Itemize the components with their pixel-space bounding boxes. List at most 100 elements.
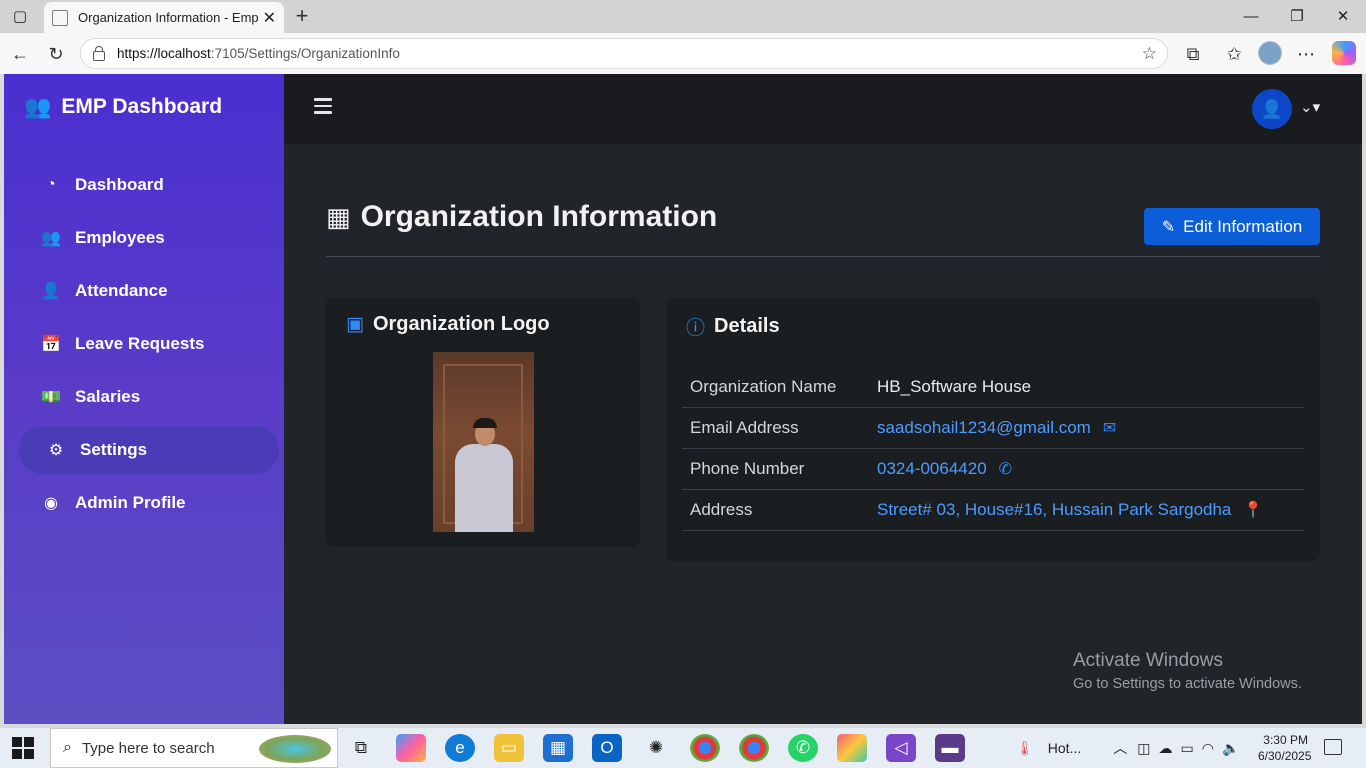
envelope-icon: ✉ — [1102, 420, 1117, 437]
user-circle-icon: ◉ — [44, 495, 58, 512]
browser-address-bar: ← ↻ https://localhost:7105/Settings/Orga… — [0, 33, 1366, 74]
close-tab-icon[interactable]: ✕ — [263, 8, 276, 28]
phone-link[interactable]: 0324-0064420 ✆ — [877, 459, 1012, 479]
chevron-down-icon[interactable]: ⌄▾ — [1300, 98, 1320, 116]
browser-profile-avatar[interactable] — [1258, 41, 1282, 65]
chevron-up-icon[interactable]: ︿ — [1113, 738, 1127, 758]
menu-toggle-icon[interactable] — [314, 98, 332, 114]
search-highlight-image — [259, 735, 331, 763]
phone-icon: ✆ — [998, 461, 1013, 478]
sidebar-item-salaries[interactable]: 💵 Salaries — [19, 373, 279, 421]
gauge-icon: ◔ — [46, 176, 56, 193]
file-explorer-icon[interactable]: ▭ — [494, 734, 524, 762]
sidebar-item-employees[interactable]: 👥 Employees — [19, 214, 279, 262]
chrome-profile-icon[interactable] — [739, 734, 769, 762]
onedrive-icon[interactable]: ☁ — [1158, 740, 1172, 757]
brand-title: EMP Dashboard — [61, 95, 223, 118]
windows-taskbar: ⌕ Type here to search ⧉ e ▭ ▦ O ✺ ✆ ◁ ▬ … — [0, 728, 1366, 768]
meet-icon[interactable]: ◫ — [1137, 740, 1150, 757]
taskbar-search-input[interactable]: ⌕ Type here to search — [50, 728, 338, 768]
copilot-taskbar-icon[interactable] — [396, 734, 426, 762]
activate-windows-watermark: Activate Windows Go to Settings to activ… — [1073, 650, 1302, 692]
details-card-title: Details — [714, 315, 780, 337]
minimize-icon[interactable]: — — [1228, 4, 1274, 28]
users-icon: 👥 — [41, 230, 61, 247]
address-link[interactable]: Street# 03, House#16, Hussain Park Sargo… — [877, 500, 1263, 520]
edge-icon[interactable]: e — [445, 734, 475, 762]
details-table: Organization Name HB_Software House Emai… — [682, 367, 1304, 531]
gitkraken-icon[interactable] — [837, 734, 867, 762]
organization-logo-image — [433, 352, 534, 532]
lock-icon — [93, 45, 105, 61]
sidebar-item-label: Attendance — [75, 281, 168, 300]
visual-studio-icon[interactable]: ◁ — [886, 734, 916, 762]
detail-key: Organization Name — [690, 377, 837, 396]
weather-label[interactable]: Hot... — [1048, 740, 1081, 756]
detail-key: Phone Number — [690, 459, 805, 478]
page-favicon-icon — [52, 9, 68, 26]
clock-date: 6/30/2025 — [1258, 749, 1312, 763]
url-field[interactable]: https://localhost:7105/Settings/Organiza… — [80, 38, 1168, 69]
extensions-icon[interactable]: ⧉ — [1180, 41, 1206, 67]
page-title: Organization Information — [360, 200, 718, 233]
sidebar-item-dashboard[interactable]: ◔ Dashboard — [19, 161, 279, 209]
edit-icon: ✎ — [1161, 218, 1176, 236]
favorites-icon[interactable]: ✩ — [1221, 41, 1247, 67]
clock-time: 3:30 PM — [1263, 733, 1308, 747]
back-icon[interactable]: ← — [7, 41, 33, 67]
sidebar-menu: ◔ Dashboard 👥 Employees 👤 Attendance 📅 L… — [19, 161, 279, 532]
sidebar-item-label: Leave Requests — [75, 334, 205, 353]
tab-title: Organization Information - Emplo — [78, 10, 258, 25]
close-window-icon[interactable]: ✕ — [1320, 4, 1366, 28]
store-icon[interactable]: ▦ — [543, 734, 573, 762]
battery-icon[interactable]: ▭ — [1180, 740, 1193, 757]
user-avatar-icon[interactable]: 👤 — [1252, 89, 1292, 129]
copilot-icon[interactable] — [1332, 41, 1356, 65]
more-options-icon[interactable]: ⋯ — [1293, 41, 1319, 67]
volume-icon[interactable]: 🔈 — [1222, 740, 1239, 757]
taskbar-clock[interactable]: 3:30 PM 6/30/2025 — [1258, 732, 1312, 764]
sidebar-item-label: Admin Profile — [75, 493, 186, 512]
chrome-icon[interactable] — [690, 734, 720, 762]
info-circle-icon: ⓘ — [686, 318, 706, 339]
maximize-icon[interactable]: ❐ — [1274, 4, 1320, 28]
details-card: ⓘ Details Organization Name HB_Software … — [666, 297, 1320, 561]
new-tab-icon[interactable]: + — [290, 3, 314, 28]
sidebar-item-settings[interactable]: ⚙ Settings — [19, 426, 279, 474]
table-row: Address Street# 03, House#16, Hussain Pa… — [682, 490, 1304, 531]
task-view-icon[interactable]: ⧉ — [346, 734, 376, 762]
favorite-star-icon[interactable]: ☆ — [1142, 44, 1157, 64]
chatgpt-icon[interactable]: ✺ — [641, 734, 671, 762]
sidebar-item-label: Settings — [80, 440, 148, 459]
app-root: 👥 EMP Dashboard ◔ Dashboard 👥 Employees … — [4, 74, 1362, 724]
organization-name-value: HB_Software House — [877, 377, 1032, 396]
sidebar-item-attendance[interactable]: 👤 Attendance — [19, 267, 279, 315]
edit-button-label: Edit Information — [1183, 216, 1303, 236]
system-tray: 🌡 Hot... ︿ ◫ ☁ ▭ ◠ 🔈 — [1016, 728, 1239, 768]
browser-tab[interactable]: Organization Information - Emplo ✕ — [44, 2, 284, 33]
building-icon: ▦ — [326, 201, 351, 232]
email-link[interactable]: saadsohail1234@gmail.com ✉ — [877, 418, 1116, 438]
windows-start-icon[interactable] — [12, 737, 34, 759]
search-placeholder: Type here to search — [81, 739, 215, 757]
sidebar-item-admin-profile[interactable]: ◉ Admin Profile — [19, 479, 279, 527]
details-card-header: ⓘ Details — [686, 313, 780, 340]
notification-icon[interactable] — [1324, 739, 1342, 755]
detail-key: Address — [690, 500, 753, 519]
tab-actions-icon[interactable]: ▢ — [6, 4, 34, 28]
wifi-icon[interactable]: ◠ — [1202, 740, 1214, 757]
terminal-icon[interactable]: ▬ — [935, 734, 965, 762]
logo-card-title: Organization Logo — [372, 313, 550, 335]
brand[interactable]: 👥 EMP Dashboard — [24, 94, 222, 120]
refresh-icon[interactable]: ↻ — [43, 41, 69, 67]
edit-information-button[interactable]: ✎ Edit Information — [1144, 208, 1320, 245]
watermark-line1: Activate Windows — [1073, 650, 1223, 671]
image-icon: ▣ — [346, 314, 364, 335]
top-navbar: 👤 ⌄▾ — [284, 74, 1362, 144]
whatsapp-icon[interactable]: ✆ — [788, 734, 818, 762]
sidebar-item-leave-requests[interactable]: 📅 Leave Requests — [19, 320, 279, 368]
calendar-check-icon: 📅 — [41, 336, 61, 353]
temperature-icon[interactable]: 🌡 — [1016, 740, 1034, 757]
outlook-icon[interactable]: O — [592, 734, 622, 762]
sidebar: 👥 EMP Dashboard ◔ Dashboard 👥 Employees … — [4, 74, 284, 724]
